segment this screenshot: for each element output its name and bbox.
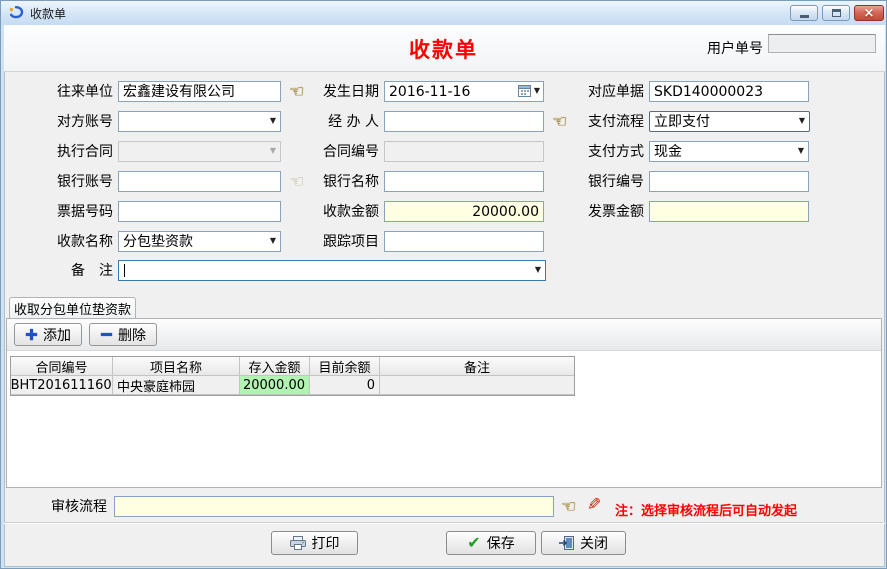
receipt-name-label: 收款名称 (55, 234, 113, 250)
contract-no-label: 合同编号 (321, 144, 379, 160)
chevron-down-icon: ▼ (270, 147, 276, 155)
print-button[interactable]: 打印 (271, 531, 358, 555)
cell-contract-no[interactable]: FBHT2016111602 (11, 376, 113, 395)
cell-remark[interactable] (380, 376, 574, 395)
bank-code-label: 银行编号 (586, 174, 644, 190)
tracking-project-input[interactable] (384, 231, 544, 252)
table-header-row: 合同编号 项目名称 存入金额 目前余额 备注 (11, 357, 574, 376)
remark-select[interactable]: ▼ (118, 260, 546, 281)
minimize-button[interactable] (790, 5, 818, 21)
review-flow-input[interactable] (114, 496, 554, 517)
receipt-amount-label: 收款金额 (321, 204, 379, 220)
date-input[interactable]: 2016-11-16 ▼ (384, 81, 544, 102)
col-remark[interactable]: 备注 (380, 357, 574, 376)
col-deposit-amount[interactable]: 存入金额 (240, 357, 310, 376)
remark-label: 备 注 (55, 263, 113, 279)
user-no-field (768, 34, 876, 53)
invoice-amount-label: 发票金额 (586, 204, 644, 220)
payment-method-label: 支付方式 (586, 144, 644, 160)
cell-project-name[interactable]: 中央豪庭柿园 (113, 376, 240, 395)
invoice-amount-input[interactable] (649, 201, 809, 222)
bank-account-input[interactable] (118, 171, 281, 192)
save-button[interactable]: ✔ 保存 (446, 531, 536, 555)
chevron-down-icon: ▼ (799, 117, 805, 125)
maximize-icon (832, 9, 841, 17)
exec-contract-select: ▼ (118, 141, 281, 162)
chevron-down-icon: ▼ (535, 266, 541, 274)
title-bar[interactable]: 收款单 × (1, 1, 886, 25)
cell-deposit-amount[interactable]: 20000.00 (240, 376, 310, 395)
printer-icon (290, 536, 306, 550)
tracking-project-label: 跟踪项目 (321, 234, 379, 250)
minimize-icon (800, 15, 809, 18)
bank-account-label: 银行账号 (55, 174, 113, 190)
counterpart-unit-label: 往来单位 (55, 84, 113, 100)
maximize-button[interactable] (822, 5, 850, 21)
receipt-amount-input[interactable]: 20000.00 (384, 201, 544, 222)
payment-flow-label: 支付流程 (586, 114, 644, 130)
receipt-form-window: 收款单 × 收款单 用户单号 往来单位 宏鑫建设有限公司 ☜ 发生日期 2016… (0, 0, 887, 569)
contract-no-input (384, 141, 544, 162)
pick-review-flow-hand-icon[interactable]: ☜ (561, 499, 576, 516)
bank-name-label: 银行名称 (321, 174, 379, 190)
close-button[interactable]: × (854, 5, 884, 21)
handler-label: 经 办 人 (321, 114, 379, 130)
bill-no-label: 票据号码 (55, 204, 113, 220)
pick-counterpart-hand-icon[interactable]: ☜ (289, 84, 304, 101)
add-row-button[interactable]: 添加 (14, 323, 82, 346)
payment-method-select[interactable]: 现金▼ (649, 141, 809, 162)
footer-divider (4, 522, 885, 524)
exec-contract-label: 执行合同 (55, 144, 113, 160)
col-current-balance[interactable]: 目前余额 (310, 357, 380, 376)
tab-subcontract-deposit[interactable]: 收取分包单位垫资款 (9, 297, 136, 319)
review-flow-label: 审核流程 (49, 499, 107, 515)
date-dropdown-icon[interactable]: ▼ (534, 87, 540, 95)
close-icon: × (864, 7, 875, 20)
ref-doc-input[interactable]: SKD140000023 (649, 81, 809, 102)
delete-row-button[interactable]: 删除 (89, 323, 157, 346)
calendar-icon[interactable] (518, 85, 531, 97)
app-logo-icon (8, 5, 24, 21)
check-icon: ✔ (467, 535, 480, 551)
cell-current-balance[interactable]: 0 (310, 376, 380, 395)
bank-name-input[interactable] (384, 171, 544, 192)
date-label: 发生日期 (321, 84, 379, 100)
chevron-down-icon: ▼ (270, 237, 276, 245)
review-note: 注：选择审核流程后可自动发起 (615, 500, 797, 519)
payment-flow-select[interactable]: 立即支付▼ (649, 111, 810, 132)
table-row[interactable]: FBHT2016111602 中央豪庭柿园 20000.00 0 (11, 376, 574, 395)
counterpart-account-select[interactable]: ▼ (118, 111, 281, 132)
grid-toolbar: 添加 删除 (7, 319, 881, 351)
text-caret (124, 264, 125, 277)
col-project-name[interactable]: 项目名称 (113, 357, 240, 376)
handler-input[interactable] (384, 111, 544, 132)
user-no-label: 用户单号 (695, 38, 763, 58)
chevron-down-icon: ▼ (270, 117, 276, 125)
receipt-name-select[interactable]: 分包垫资款▼ (118, 231, 281, 252)
plus-icon (25, 328, 38, 341)
exit-door-icon (559, 536, 574, 550)
chevron-down-icon: ▼ (798, 147, 804, 155)
pick-handler-hand-icon[interactable]: ☜ (552, 114, 567, 131)
col-contract-no[interactable]: 合同编号 (11, 357, 113, 376)
close-form-button[interactable]: 关闭 (541, 531, 626, 555)
window-title: 收款单 (30, 5, 66, 22)
deposit-table: 合同编号 项目名称 存入金额 目前余额 备注 FBHT2016111602 中央… (10, 356, 575, 396)
counterpart-unit-input[interactable]: 宏鑫建设有限公司 (118, 81, 281, 102)
bank-code-input[interactable] (649, 171, 809, 192)
minus-icon (100, 328, 113, 341)
detail-panel: 添加 删除 合同编号 项目名称 存入金额 目前余额 备注 FBHT2016111… (6, 318, 882, 488)
counterpart-account-label: 对方账号 (55, 114, 113, 130)
ref-doc-label: 对应单据 (586, 84, 644, 100)
sign-pencil-icon[interactable]: ✎ (587, 495, 601, 515)
bill-no-input[interactable] (118, 201, 281, 222)
pick-bank-hand-icon: ☜ (289, 174, 304, 191)
